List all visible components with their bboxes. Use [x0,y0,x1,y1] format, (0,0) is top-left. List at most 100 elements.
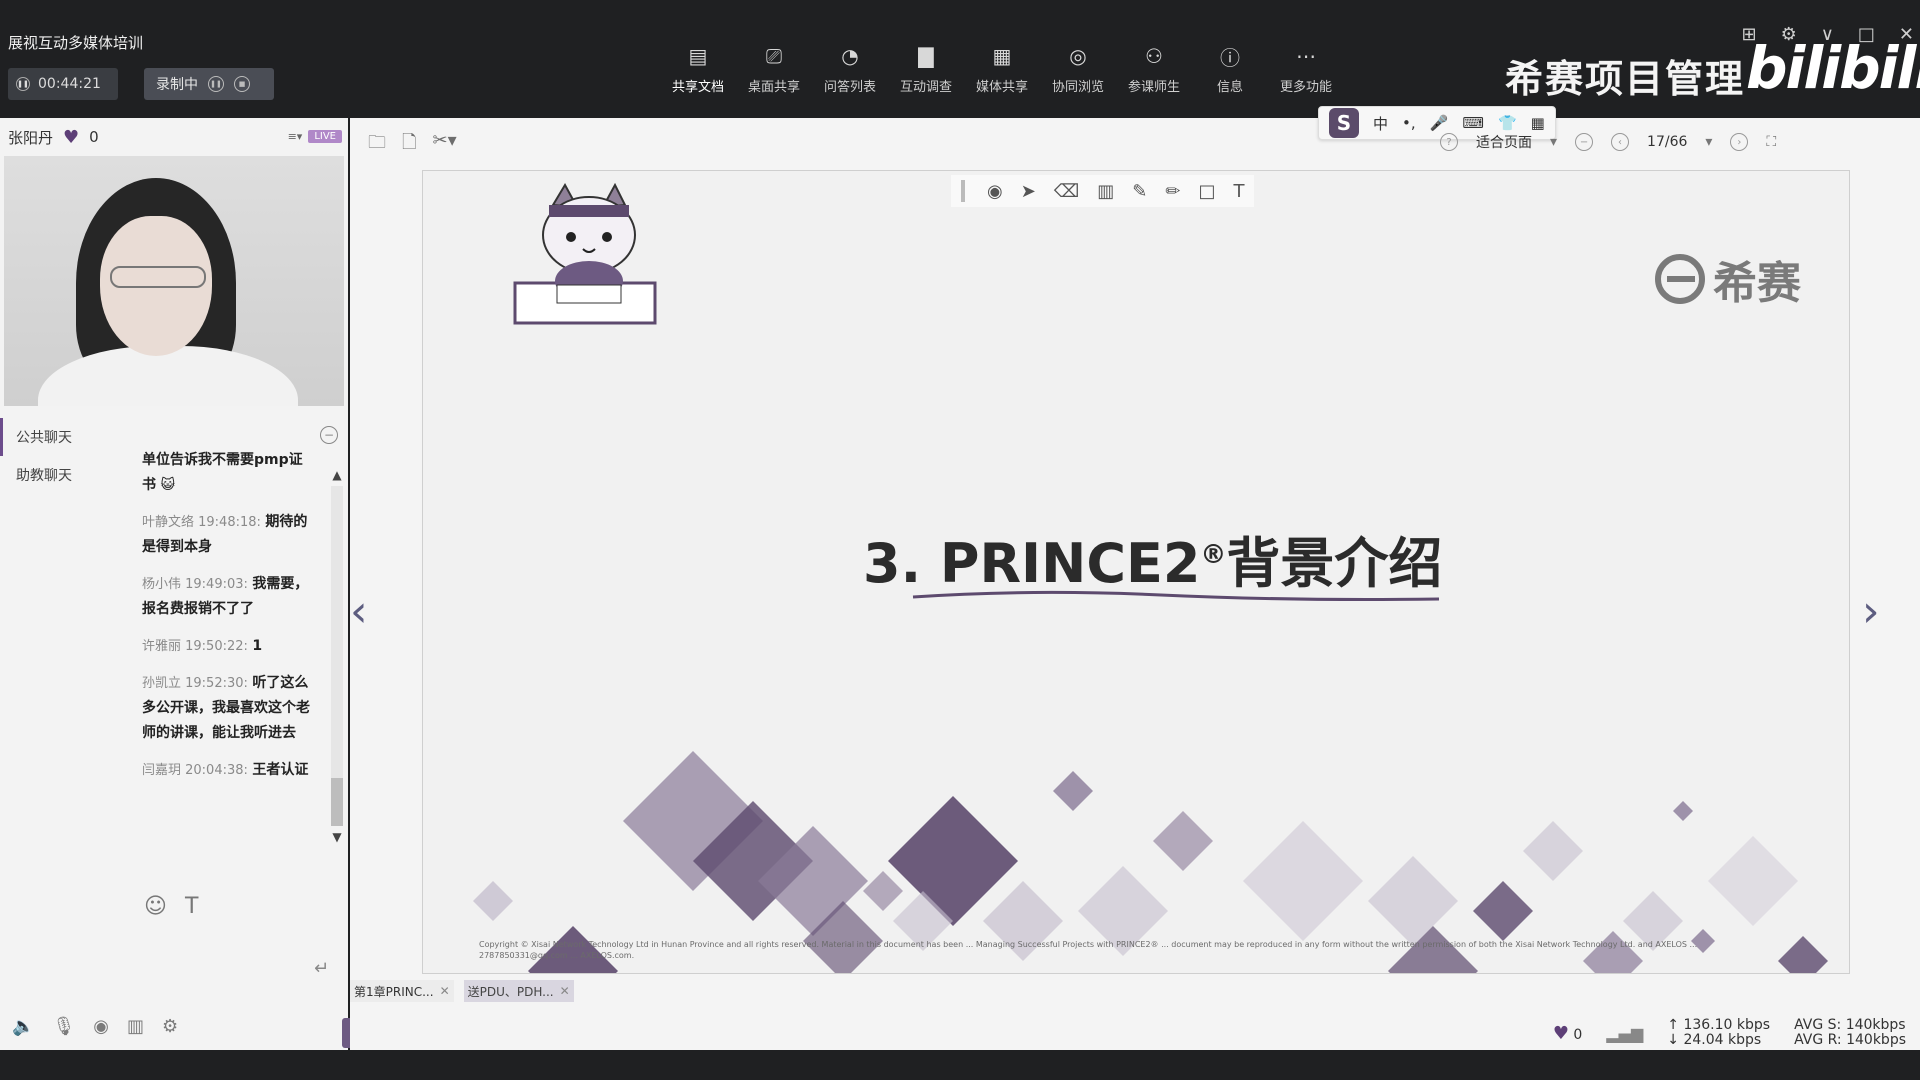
poll-icon: ▇ [918,44,934,68]
file-icon[interactable]: 🗋 [402,130,416,160]
text-format-icon[interactable]: T [185,894,198,919]
average-rates: AVG S: 140kbps AVG R: 140kbps [1794,1018,1906,1048]
tool-desktop-share[interactable]: ⎚ 桌面共享 [736,42,812,95]
tool-poll[interactable]: ▇ 互动调查 [888,42,964,95]
folder-icon[interactable]: 🗀 [368,130,386,160]
download-rate-value: 24.04 kbps [1683,1032,1762,1048]
document-toolbar: 🗀 🗋 ✂▾ S 中 •, 🎤 ⌨ 👕 ▦ ? 适合页面 ▾ − ‹ 17/66 [350,106,1920,166]
select-arrow-icon[interactable]: ➤ [1021,181,1036,202]
page-dropdown-icon[interactable]: ▾ [1705,134,1712,150]
next-slide-icon[interactable]: › [1862,586,1880,637]
doc-tab[interactable]: 第1章PRINC... ✕ [350,980,454,1002]
tool-share-document[interactable]: ▤ 共享文档 [660,42,736,95]
desktop-share-icon: ⎚ [766,44,782,68]
tool-more[interactable]: ⋯ 更多功能 [1268,42,1344,95]
emoji-icon: 😺 [160,477,176,493]
scroll-down-icon[interactable]: ▼ [328,830,346,844]
participants-icon: ⚇ [1145,44,1163,68]
document-icon: ▤ [688,44,708,68]
close-icon[interactable]: ✕ [1899,24,1914,45]
scissors-icon[interactable]: ✂▾ [432,130,456,160]
layout-icon[interactable]: ⊞ [1741,24,1756,45]
pen-icon[interactable]: ✏ [1165,181,1180,202]
menu-icon[interactable]: ≡▾ [288,130,303,143]
emoji-picker-icon[interactable]: ☺ [144,894,167,919]
chat-message-sender: 闫嘉玥 20:04:38: [142,763,248,778]
document-file-tools: 🗀 🗋 ✂▾ [368,130,457,160]
drag-handle[interactable] [961,180,965,202]
document-tabs: 第1章PRINC... ✕ 送PDU、PDH... ✕ [350,980,574,1002]
page-indicator[interactable]: 17/66 [1647,134,1687,150]
help-icon[interactable]: ? [1440,133,1458,151]
maximize-icon[interactable]: □ [1858,24,1875,45]
presenter-name: 张阳丹 [8,128,54,147]
tool-info[interactable]: ⓘ 信息 [1192,42,1268,96]
decorative-diamond [1523,821,1583,881]
voice-icon[interactable]: 🎤 [1430,114,1449,132]
fullscreen-icon[interactable]: ⛶ [1766,134,1776,150]
close-tab-icon[interactable]: ✕ [440,984,450,998]
microphone-icon[interactable]: 🎙 [52,1016,75,1037]
bottom-strip [0,1050,1920,1080]
laser-pointer-icon[interactable]: ◉ [987,181,1003,202]
rectangle-icon[interactable]: □ [1198,181,1215,202]
clear-icon[interactable]: ▥ [1097,181,1114,202]
app-title: 展视互动多媒体培训 [8,34,144,52]
scroll-track[interactable] [331,486,343,826]
zoom-out-icon[interactable]: − [1575,133,1594,151]
stop-recording-icon[interactable]: ■ [234,76,250,92]
send-icon[interactable]: ↵ [314,958,329,979]
camera-icon[interactable]: ◉ [93,1016,109,1037]
heart-icon[interactable]: ♥ [1553,1023,1569,1044]
pause-icon[interactable]: ❚❚ [16,77,30,91]
registered-mark: ® [1200,540,1227,570]
scroll-up-icon[interactable]: ▲ [328,468,346,482]
highlighter-icon[interactable]: ✎ [1132,181,1147,202]
prev-slide-icon[interactable]: ‹ [350,586,368,637]
tool-media-share[interactable]: ▦ 媒体共享 [964,42,1040,95]
ime-logo-icon[interactable]: S [1329,108,1359,138]
chat-message-text: 王者认证 [252,762,309,778]
skin-icon[interactable]: 👕 [1498,114,1517,132]
fit-dropdown-icon[interactable]: ▾ [1550,134,1557,150]
close-tab-icon[interactable]: ✕ [560,984,570,998]
avg-send: AVG S: 140kbps [1794,1017,1906,1033]
tab-assistant-chat[interactable]: 助教聊天 [0,456,130,494]
tool-qa-list[interactable]: ◔ 问答列表 [812,42,888,95]
next-page-icon[interactable]: › [1730,133,1749,151]
punctuation-icon[interactable]: •, [1402,114,1416,132]
status-likes: ♥ 0 [1553,1023,1583,1044]
apps-icon[interactable]: ▦ [1531,114,1545,132]
tab-public-chat[interactable]: 公共聊天 [0,418,130,456]
chat-scrollbar[interactable]: ▲ ▼ [328,468,346,868]
fit-page-select[interactable]: 适合页面 [1476,132,1532,152]
collapse-chat-icon[interactable]: − [320,426,338,444]
tool-label: 媒体共享 [975,80,1028,95]
recording-control[interactable]: 录制中 ❚❚ ■ [144,68,274,100]
decorative-diamond [863,871,903,911]
collapse-icon[interactable]: ∨ [1821,24,1834,45]
tool-co-browse[interactable]: ◎ 协同浏览 [1040,42,1116,95]
settings-icon[interactable]: ⚙ [1781,24,1797,45]
keyboard-icon[interactable]: ⌨ [1462,114,1484,132]
stats-icon[interactable]: ▥ [127,1016,144,1037]
settings-icon[interactable]: ⚙ [162,1016,178,1037]
doc-tab[interactable]: 送PDU、PDH... ✕ [463,980,574,1002]
ime-mode[interactable]: 中 [1373,113,1388,134]
decorative-diamond [1053,771,1093,811]
text-tool-icon[interactable]: T [1233,181,1244,202]
tool-participants[interactable]: ⚇ 参课师生 [1116,42,1192,95]
eraser-icon[interactable]: ⌫ [1054,181,1079,202]
page-controls: ? 适合页面 ▾ − ‹ 17/66 ▾ › ⛶ [1440,132,1776,152]
scroll-thumb[interactable] [331,778,343,826]
browse-icon: ◎ [1069,44,1087,68]
tool-label: 信息 [1216,80,1243,95]
decorative-diamond [1153,811,1213,871]
prev-page-icon[interactable]: ‹ [1611,133,1630,151]
speaker-icon[interactable]: 🔈 [12,1016,34,1037]
pause-recording-icon[interactable]: ❚❚ [208,76,224,92]
slide-canvas[interactable]: ◉ ➤ ⌫ ▥ ✎ ✏ □ T 希赛 3. PRINCE2®背景介绍 Copyr… [422,170,1850,974]
heart-icon[interactable]: ♥ [63,127,79,148]
tool-label: 问答列表 [823,80,876,95]
decorative-diamond [1708,836,1798,926]
